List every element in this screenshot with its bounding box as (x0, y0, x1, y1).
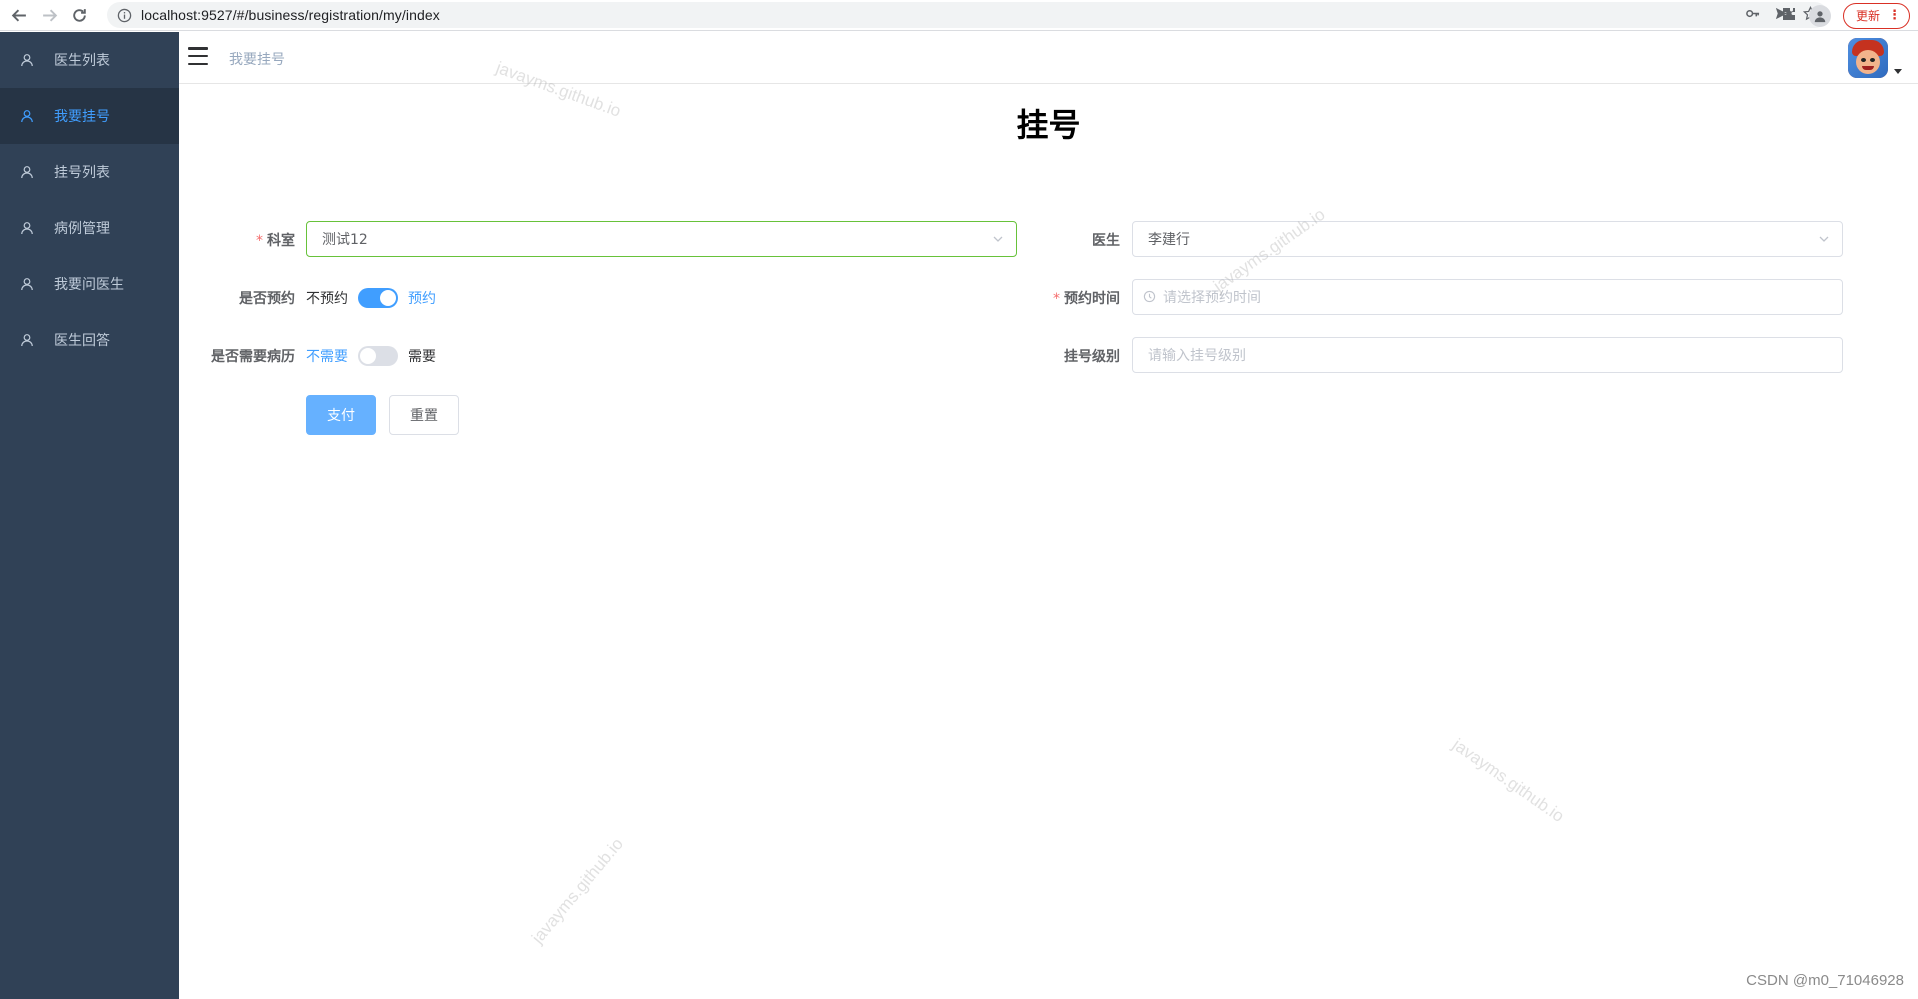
appointment-time-label: * 预约时间 (1053, 291, 1120, 307)
clock-icon (1143, 290, 1157, 304)
level-placeholder: 请输入挂号级别 (1148, 348, 1246, 364)
address-bar[interactable]: localhost:9527/#/business/registration/m… (107, 2, 1828, 28)
appointment-on-label[interactable]: 预约 (408, 288, 436, 308)
user-icon (20, 221, 34, 235)
doctor-value: 李建行 (1148, 232, 1190, 248)
required-asterisk: * (1053, 291, 1060, 307)
avatar[interactable] (1848, 38, 1888, 78)
more-icon: ⋮ (1888, 8, 1901, 23)
extensions-icon[interactable] (1781, 6, 1797, 26)
appointment-time-placeholder: 请选择预约时间 (1163, 290, 1261, 306)
required-asterisk: * (256, 233, 263, 249)
key-icon[interactable] (1745, 6, 1760, 25)
user-icon (20, 333, 34, 347)
appointment-switch-row: 不预约 预约 (306, 288, 436, 308)
sidebar-item-label: 病例管理 (54, 221, 110, 237)
sidebar-item[interactable]: 病例管理 (0, 200, 179, 256)
watermark: javayms.github.io (528, 834, 627, 948)
reset-button[interactable]: 重置 (389, 395, 459, 435)
user-icon (20, 109, 34, 123)
sidebar-item-label: 挂号列表 (54, 165, 110, 181)
department-label: * 科室 (256, 233, 295, 249)
need-record-switch-row: 不需要 需要 (306, 346, 436, 366)
profile-icon[interactable] (1808, 4, 1831, 27)
need-record-on-label[interactable]: 需要 (408, 346, 436, 366)
hamburger-icon[interactable] (188, 47, 208, 65)
need-record-label: 是否需要病历 (211, 349, 295, 365)
forward-icon[interactable] (34, 0, 64, 31)
info-icon[interactable] (117, 8, 132, 23)
user-icon (20, 53, 34, 67)
level-label: 挂号级别 (1064, 349, 1120, 365)
sidebar-item[interactable]: 医生列表 (0, 32, 179, 88)
chevron-down-icon[interactable] (1818, 233, 1830, 245)
update-label: 更新 (1855, 9, 1880, 23)
sidebar-item-label: 医生回答 (54, 333, 110, 349)
watermark: javayms.github.io (1449, 735, 1568, 826)
doctor-select[interactable]: 李建行 (1132, 221, 1843, 257)
department-value: 测试12 (322, 232, 368, 248)
appointment-time-picker[interactable]: 请选择预约时间 (1132, 279, 1843, 315)
need-record-off-label[interactable]: 不需要 (306, 346, 348, 366)
page-title: 挂号 (1016, 106, 1081, 144)
back-icon[interactable] (4, 0, 34, 31)
sidebar-item[interactable]: 挂号列表 (0, 144, 179, 200)
sidebar-item[interactable]: 我要问医生 (0, 256, 179, 312)
sidebar-item-label: 医生列表 (54, 53, 110, 69)
caret-down-icon[interactable] (1894, 69, 1902, 74)
url-text: localhost:9527/#/business/registration/m… (141, 7, 440, 23)
doctor-label: 医生 (1092, 233, 1120, 249)
department-select[interactable]: 测试12 (306, 221, 1017, 257)
level-input[interactable]: 请输入挂号级别 (1132, 337, 1843, 373)
sidebar: 医生列表我要挂号挂号列表病例管理我要问医生医生回答 (0, 32, 179, 999)
sidebar-item-label: 我要挂号 (54, 109, 110, 125)
navbar: 我要挂号 (179, 32, 1918, 84)
sidebar-item-label: 我要问医生 (54, 277, 124, 293)
reload-icon[interactable] (64, 0, 94, 31)
user-icon (20, 277, 34, 291)
browser-toolbar: localhost:9527/#/business/registration/m… (0, 0, 1918, 31)
update-button[interactable]: 更新 ⋮ (1842, 2, 1910, 29)
appointment-switch[interactable] (358, 288, 398, 308)
user-menu[interactable] (1848, 38, 1902, 78)
user-icon (20, 165, 34, 179)
pay-button[interactable]: 支付 (306, 395, 376, 435)
csdn-credit: CSDN @m0_71046928 (1746, 972, 1904, 989)
sidebar-item[interactable]: 我要挂号 (0, 88, 179, 144)
breadcrumb[interactable]: 我要挂号 (229, 49, 285, 69)
sidebar-item[interactable]: 医生回答 (0, 312, 179, 368)
appointment-off-label[interactable]: 不预约 (306, 288, 348, 308)
need-record-switch[interactable] (358, 346, 398, 366)
appointment-label: 是否预约 (239, 291, 295, 307)
